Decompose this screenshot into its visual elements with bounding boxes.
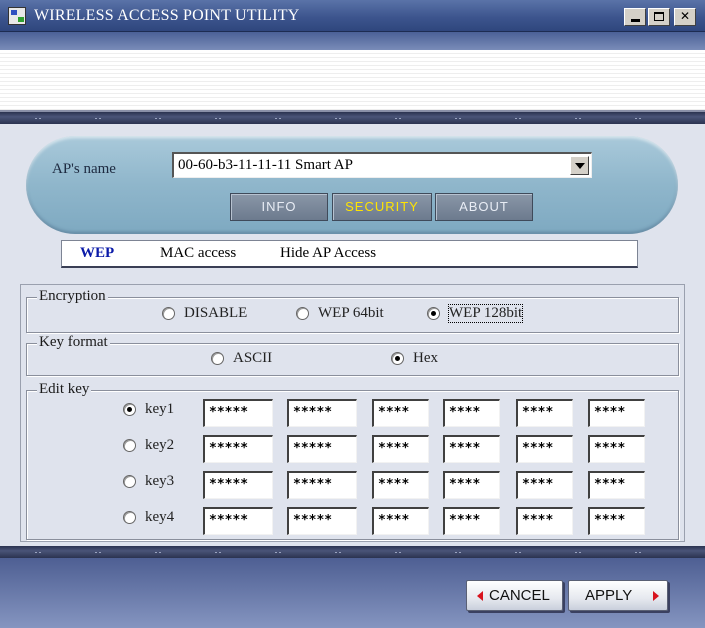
key4-field-1[interactable]: ***** — [203, 507, 273, 535]
subtab-wep[interactable]: WEP — [80, 245, 114, 262]
minimize-icon — [630, 19, 640, 22]
key2-label: key2 — [145, 437, 175, 453]
header-band — [0, 32, 705, 50]
radio-icon[interactable] — [211, 352, 224, 365]
key1-label: key1 — [145, 401, 175, 417]
key4-field-6[interactable]: **** — [588, 507, 645, 535]
encryption-wep64-label: WEP 64bit — [318, 305, 384, 321]
radio-selected-icon[interactable] — [391, 352, 404, 365]
maximize-button[interactable] — [648, 8, 670, 26]
tab-info[interactable]: INFO — [230, 193, 328, 221]
separator-top — [0, 112, 705, 124]
key2-field-1[interactable]: ***** — [203, 435, 273, 463]
ap-name-select[interactable]: 00-60-b3-11-11-11 Smart AP — [172, 152, 592, 178]
app-network-icon — [8, 7, 26, 25]
key3-field-1[interactable]: ***** — [203, 471, 273, 499]
key3-field-5[interactable]: **** — [516, 471, 573, 499]
key1-field-3[interactable]: **** — [372, 399, 429, 427]
key1-field-6[interactable]: **** — [588, 399, 645, 427]
minimize-button[interactable] — [624, 8, 646, 26]
key1-field-5[interactable]: **** — [516, 399, 573, 427]
maximize-icon — [654, 12, 664, 21]
key4-field-3[interactable]: **** — [372, 507, 429, 535]
key4-field-2[interactable]: ***** — [287, 507, 357, 535]
separator-bottom — [0, 546, 705, 558]
key-format-hex-label: Hex — [413, 350, 438, 366]
ap-name-value: 00-60-b3-11-11-11 Smart AP — [178, 157, 353, 173]
key2-field-2[interactable]: ***** — [287, 435, 357, 463]
tab-security[interactable]: SECURITY — [332, 193, 432, 221]
security-subtabs: WEP MAC access Hide AP Access — [61, 240, 638, 268]
chevron-down-icon[interactable] — [570, 156, 589, 175]
title-bar[interactable]: WIRELESS ACCESS POINT UTILITY ✕ — [0, 0, 705, 32]
window-title: WIRELESS ACCESS POINT UTILITY — [34, 7, 300, 24]
arrow-left-icon — [477, 591, 483, 601]
key4-label: key4 — [145, 509, 175, 525]
ap-name-label: AP's name — [52, 161, 116, 177]
radio-icon[interactable] — [123, 439, 136, 452]
close-icon: ✕ — [679, 9, 691, 23]
key2-field-5[interactable]: **** — [516, 435, 573, 463]
cancel-button-label: CANCEL — [489, 587, 550, 604]
encryption-legend: Encryption — [37, 288, 108, 305]
key1-field-4[interactable]: **** — [443, 399, 500, 427]
cancel-button[interactable]: CANCEL — [466, 580, 563, 611]
key2-field-3[interactable]: **** — [372, 435, 429, 463]
radio-selected-icon[interactable] — [427, 307, 440, 320]
radio-icon[interactable] — [162, 307, 175, 320]
banner — [0, 50, 705, 112]
apply-button-label: APPLY — [585, 587, 633, 604]
key1-field-1[interactable]: ***** — [203, 399, 273, 427]
key3-field-2[interactable]: ***** — [287, 471, 357, 499]
key-format-legend: Key format — [37, 334, 110, 351]
key3-field-4[interactable]: **** — [443, 471, 500, 499]
subtab-mac-access[interactable]: MAC access — [160, 245, 236, 262]
key4-field-5[interactable]: **** — [516, 507, 573, 535]
key2-field-6[interactable]: **** — [588, 435, 645, 463]
arrow-right-icon — [653, 591, 659, 601]
radio-icon[interactable] — [123, 511, 136, 524]
key3-field-6[interactable]: **** — [588, 471, 645, 499]
key-format-group: Key format — [26, 334, 679, 376]
radio-icon[interactable] — [296, 307, 309, 320]
tab-about[interactable]: ABOUT — [435, 193, 533, 221]
encryption-wep128-label: WEP 128bit — [447, 304, 524, 323]
key-format-ascii-label: ASCII — [233, 350, 273, 366]
key3-label: key3 — [145, 473, 175, 489]
apply-button[interactable]: APPLY — [568, 580, 668, 611]
key1-field-2[interactable]: ***** — [287, 399, 357, 427]
radio-icon[interactable] — [123, 475, 136, 488]
key3-field-3[interactable]: **** — [372, 471, 429, 499]
key2-field-4[interactable]: **** — [443, 435, 500, 463]
edit-key-legend: Edit key — [37, 381, 92, 398]
subtab-hide-ap-access[interactable]: Hide AP Access — [280, 245, 376, 262]
radio-selected-icon[interactable] — [123, 403, 136, 416]
encryption-disable-label: DISABLE — [184, 305, 248, 321]
close-button[interactable]: ✕ — [674, 8, 696, 26]
key4-field-4[interactable]: **** — [443, 507, 500, 535]
